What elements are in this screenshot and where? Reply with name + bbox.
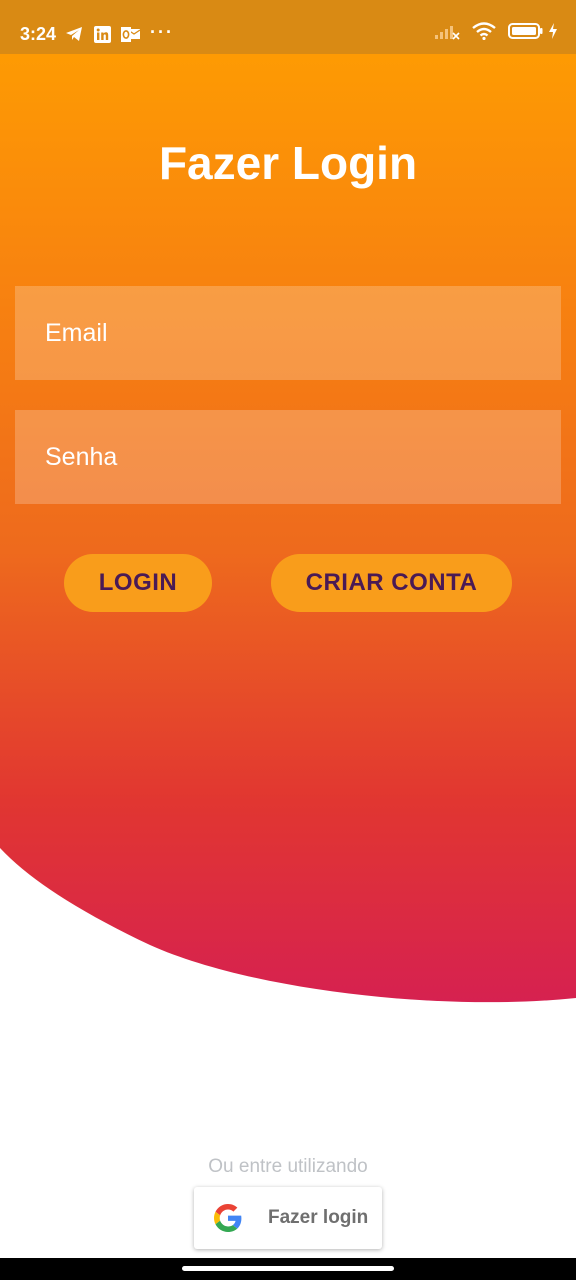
google-logo-icon xyxy=(214,1204,242,1232)
more-notifications-icon: ··· xyxy=(150,22,174,42)
telegram-icon xyxy=(64,24,84,44)
login-button[interactable]: LOGIN xyxy=(64,554,212,612)
password-field[interactable] xyxy=(15,410,561,504)
google-login-button[interactable]: Fazer login xyxy=(194,1187,382,1249)
google-login-label: Fazer login xyxy=(268,1207,369,1228)
navigation-bar xyxy=(0,1258,576,1280)
home-gesture-handle[interactable] xyxy=(182,1266,394,1271)
wifi-icon xyxy=(472,22,496,45)
status-bar: 3:24 ··· xyxy=(0,0,576,54)
status-time: 3:24 xyxy=(20,24,57,44)
linkedin-icon xyxy=(92,24,112,44)
charging-icon xyxy=(548,23,558,44)
create-account-button[interactable]: CRIAR CONTA xyxy=(271,554,512,612)
battery-icon xyxy=(508,22,544,45)
signal-icon xyxy=(434,22,460,45)
page-title: Fazer Login xyxy=(158,137,418,189)
outlook-icon xyxy=(120,24,140,44)
email-field[interactable] xyxy=(15,286,561,380)
alternative-login-label: Ou entre utilizando xyxy=(208,1156,368,1177)
